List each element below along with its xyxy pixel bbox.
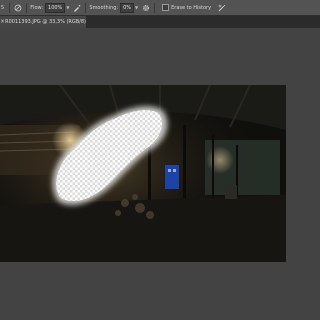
pressure-icon[interactable]	[217, 3, 227, 13]
airbrush-icon[interactable]	[72, 3, 82, 13]
brush-preset-icon[interactable]	[13, 3, 23, 13]
flow-field[interactable]: 100%	[45, 2, 66, 13]
erase-to-history-label[interactable]: Erase to History	[171, 5, 211, 11]
document-tab[interactable]: × R0011393.JPG @ 33,3% (RGB/8)	[0, 16, 86, 28]
canvas-area[interactable]	[0, 28, 320, 320]
chevron-down-icon[interactable]: ▼	[66, 5, 69, 10]
document-canvas[interactable]	[0, 85, 286, 262]
light-source	[206, 146, 234, 174]
separator	[85, 2, 87, 13]
document-title: R0011393.JPG @ 33,3% (RGB/8)	[5, 19, 86, 25]
chevron-down-icon[interactable]: ▼	[135, 5, 138, 10]
equipment	[225, 185, 237, 199]
gear-icon[interactable]	[141, 3, 151, 13]
flow-label: Flow:	[30, 4, 44, 11]
separator	[9, 2, 11, 13]
smoothing-field[interactable]: 0%	[120, 2, 135, 13]
brush-size-text[interactable]: 5	[1, 5, 4, 11]
options-bar: 5 Flow: 100% ▼ Smoothing: 0% ▼ Erase to …	[0, 0, 320, 16]
blue-door	[165, 165, 179, 189]
door-window	[168, 169, 171, 172]
smoothing-label: Smoothing:	[89, 4, 119, 11]
document-tab-bar: × R0011393.JPG @ 33,3% (RGB/8)	[0, 16, 320, 28]
erase-to-history-checkbox[interactable]	[162, 4, 170, 11]
separator	[154, 2, 156, 13]
door-window	[173, 169, 176, 172]
separator	[26, 2, 28, 13]
